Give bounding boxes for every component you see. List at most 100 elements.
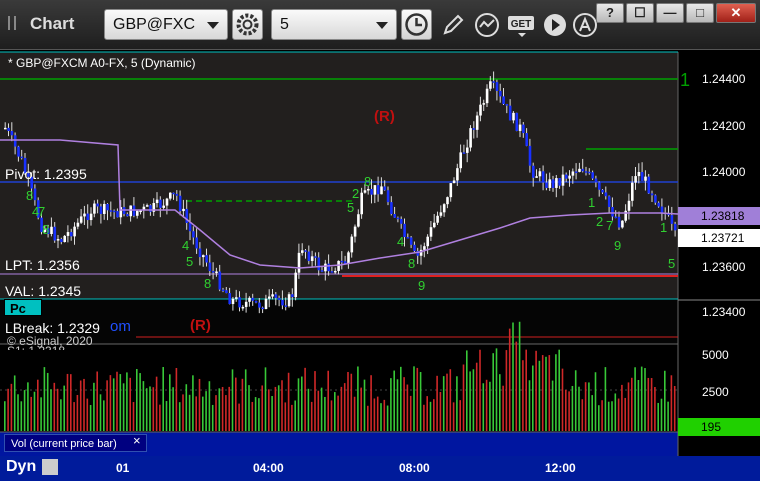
candle-body <box>657 202 660 207</box>
candle-body <box>538 171 542 177</box>
candle-body <box>644 176 647 181</box>
volume-bar <box>20 401 23 431</box>
candle-body <box>178 195 182 212</box>
volume-bar <box>449 369 452 431</box>
volume-bar <box>218 388 221 431</box>
volume-bar <box>604 367 607 431</box>
volume-bar <box>261 385 263 431</box>
candle-body <box>116 211 119 218</box>
volume-bar <box>178 402 181 431</box>
candle-body <box>390 202 393 215</box>
candle-body <box>601 189 604 193</box>
volume-bar <box>271 396 273 431</box>
volume-bar <box>532 365 534 431</box>
volume-bar <box>198 378 201 431</box>
candle-body <box>436 215 439 223</box>
volume-bar <box>310 401 313 431</box>
volume-bar <box>423 404 425 431</box>
volume-bar <box>268 389 270 431</box>
volume-bar <box>545 356 547 431</box>
candle-body <box>175 193 179 196</box>
candle-body <box>640 172 644 181</box>
volume-bar <box>182 394 184 431</box>
volume-bar <box>231 369 234 431</box>
volume-bar <box>50 389 52 431</box>
volume-bar <box>393 370 395 431</box>
volume-bar <box>591 395 593 431</box>
volume-bar <box>492 353 494 431</box>
candle-body <box>588 171 591 174</box>
volume-bar <box>640 366 643 431</box>
candle-body <box>584 171 588 173</box>
candle-body <box>535 176 538 178</box>
volume-bar <box>383 399 386 431</box>
candle-body <box>70 232 73 237</box>
candle-body <box>367 188 370 191</box>
candle-body <box>614 216 618 219</box>
pc-button[interactable]: Pc <box>4 299 42 316</box>
candle-body <box>13 135 17 147</box>
candle-body <box>96 203 99 207</box>
candle-body <box>330 271 334 273</box>
candle-body <box>188 222 192 232</box>
volume-bar <box>367 405 369 431</box>
price-chart[interactable]: 847845852848912 7915 1.24400 1.24200 1.24… <box>0 0 760 481</box>
candle-body <box>611 206 614 217</box>
candle-body <box>261 307 264 310</box>
candle-body <box>413 244 416 251</box>
candle-body <box>495 82 499 91</box>
candle-body <box>442 204 446 213</box>
close-study-icon[interactable]: × <box>133 433 141 448</box>
candle-body <box>433 222 436 228</box>
candle-body <box>307 251 311 261</box>
volume-bar <box>165 401 168 431</box>
volume-bar <box>555 354 557 431</box>
candle-body <box>429 227 433 237</box>
candle-body <box>310 256 314 261</box>
volume-bar <box>284 402 287 431</box>
candle-body <box>10 131 14 136</box>
price-tick: 1.24000 <box>702 165 746 179</box>
candle-body <box>617 216 621 228</box>
candle-body <box>109 210 113 212</box>
price-tick: 1.24200 <box>702 119 746 133</box>
volume-bar <box>660 398 663 431</box>
volume-bar <box>598 405 600 431</box>
candle-body <box>376 185 380 195</box>
candle-body <box>159 199 162 208</box>
candle-body <box>112 210 116 213</box>
volume-bar <box>376 396 379 431</box>
lock-icon[interactable] <box>41 458 58 475</box>
candle-body <box>393 214 396 218</box>
candle-body <box>17 146 20 157</box>
volume-bar <box>446 373 448 431</box>
candle-body <box>512 112 515 121</box>
setup-count-digit: 8 <box>408 256 415 271</box>
candle-body <box>522 124 525 134</box>
volume-bar <box>129 377 131 431</box>
volume-bar <box>558 349 560 431</box>
candle-body <box>149 205 152 212</box>
candle-body <box>304 250 307 252</box>
volume-bar <box>103 400 105 431</box>
volume-bar <box>482 383 485 431</box>
volume-bar <box>657 402 659 431</box>
volume-bar <box>136 369 138 431</box>
candle-body <box>482 103 486 105</box>
candle-body <box>637 172 641 177</box>
link-text[interactable]: om <box>110 318 131 335</box>
volume-study-label[interactable]: Vol (current price bar) <box>4 434 147 452</box>
volume-bar <box>106 380 108 431</box>
volume-bar <box>670 375 673 431</box>
candle-body <box>79 216 83 223</box>
candle-body <box>195 237 198 249</box>
volume-bar <box>56 388 59 431</box>
volume-bar <box>588 382 590 431</box>
volume-bar <box>202 396 204 431</box>
lpt-label: LPT: 1.2356 <box>5 257 80 273</box>
candle-body <box>515 112 519 131</box>
volume-bar <box>73 402 75 431</box>
volume-bar <box>264 367 267 431</box>
candle-body <box>532 165 535 178</box>
pivot-label: Pivot: 1.2395 <box>5 166 87 182</box>
